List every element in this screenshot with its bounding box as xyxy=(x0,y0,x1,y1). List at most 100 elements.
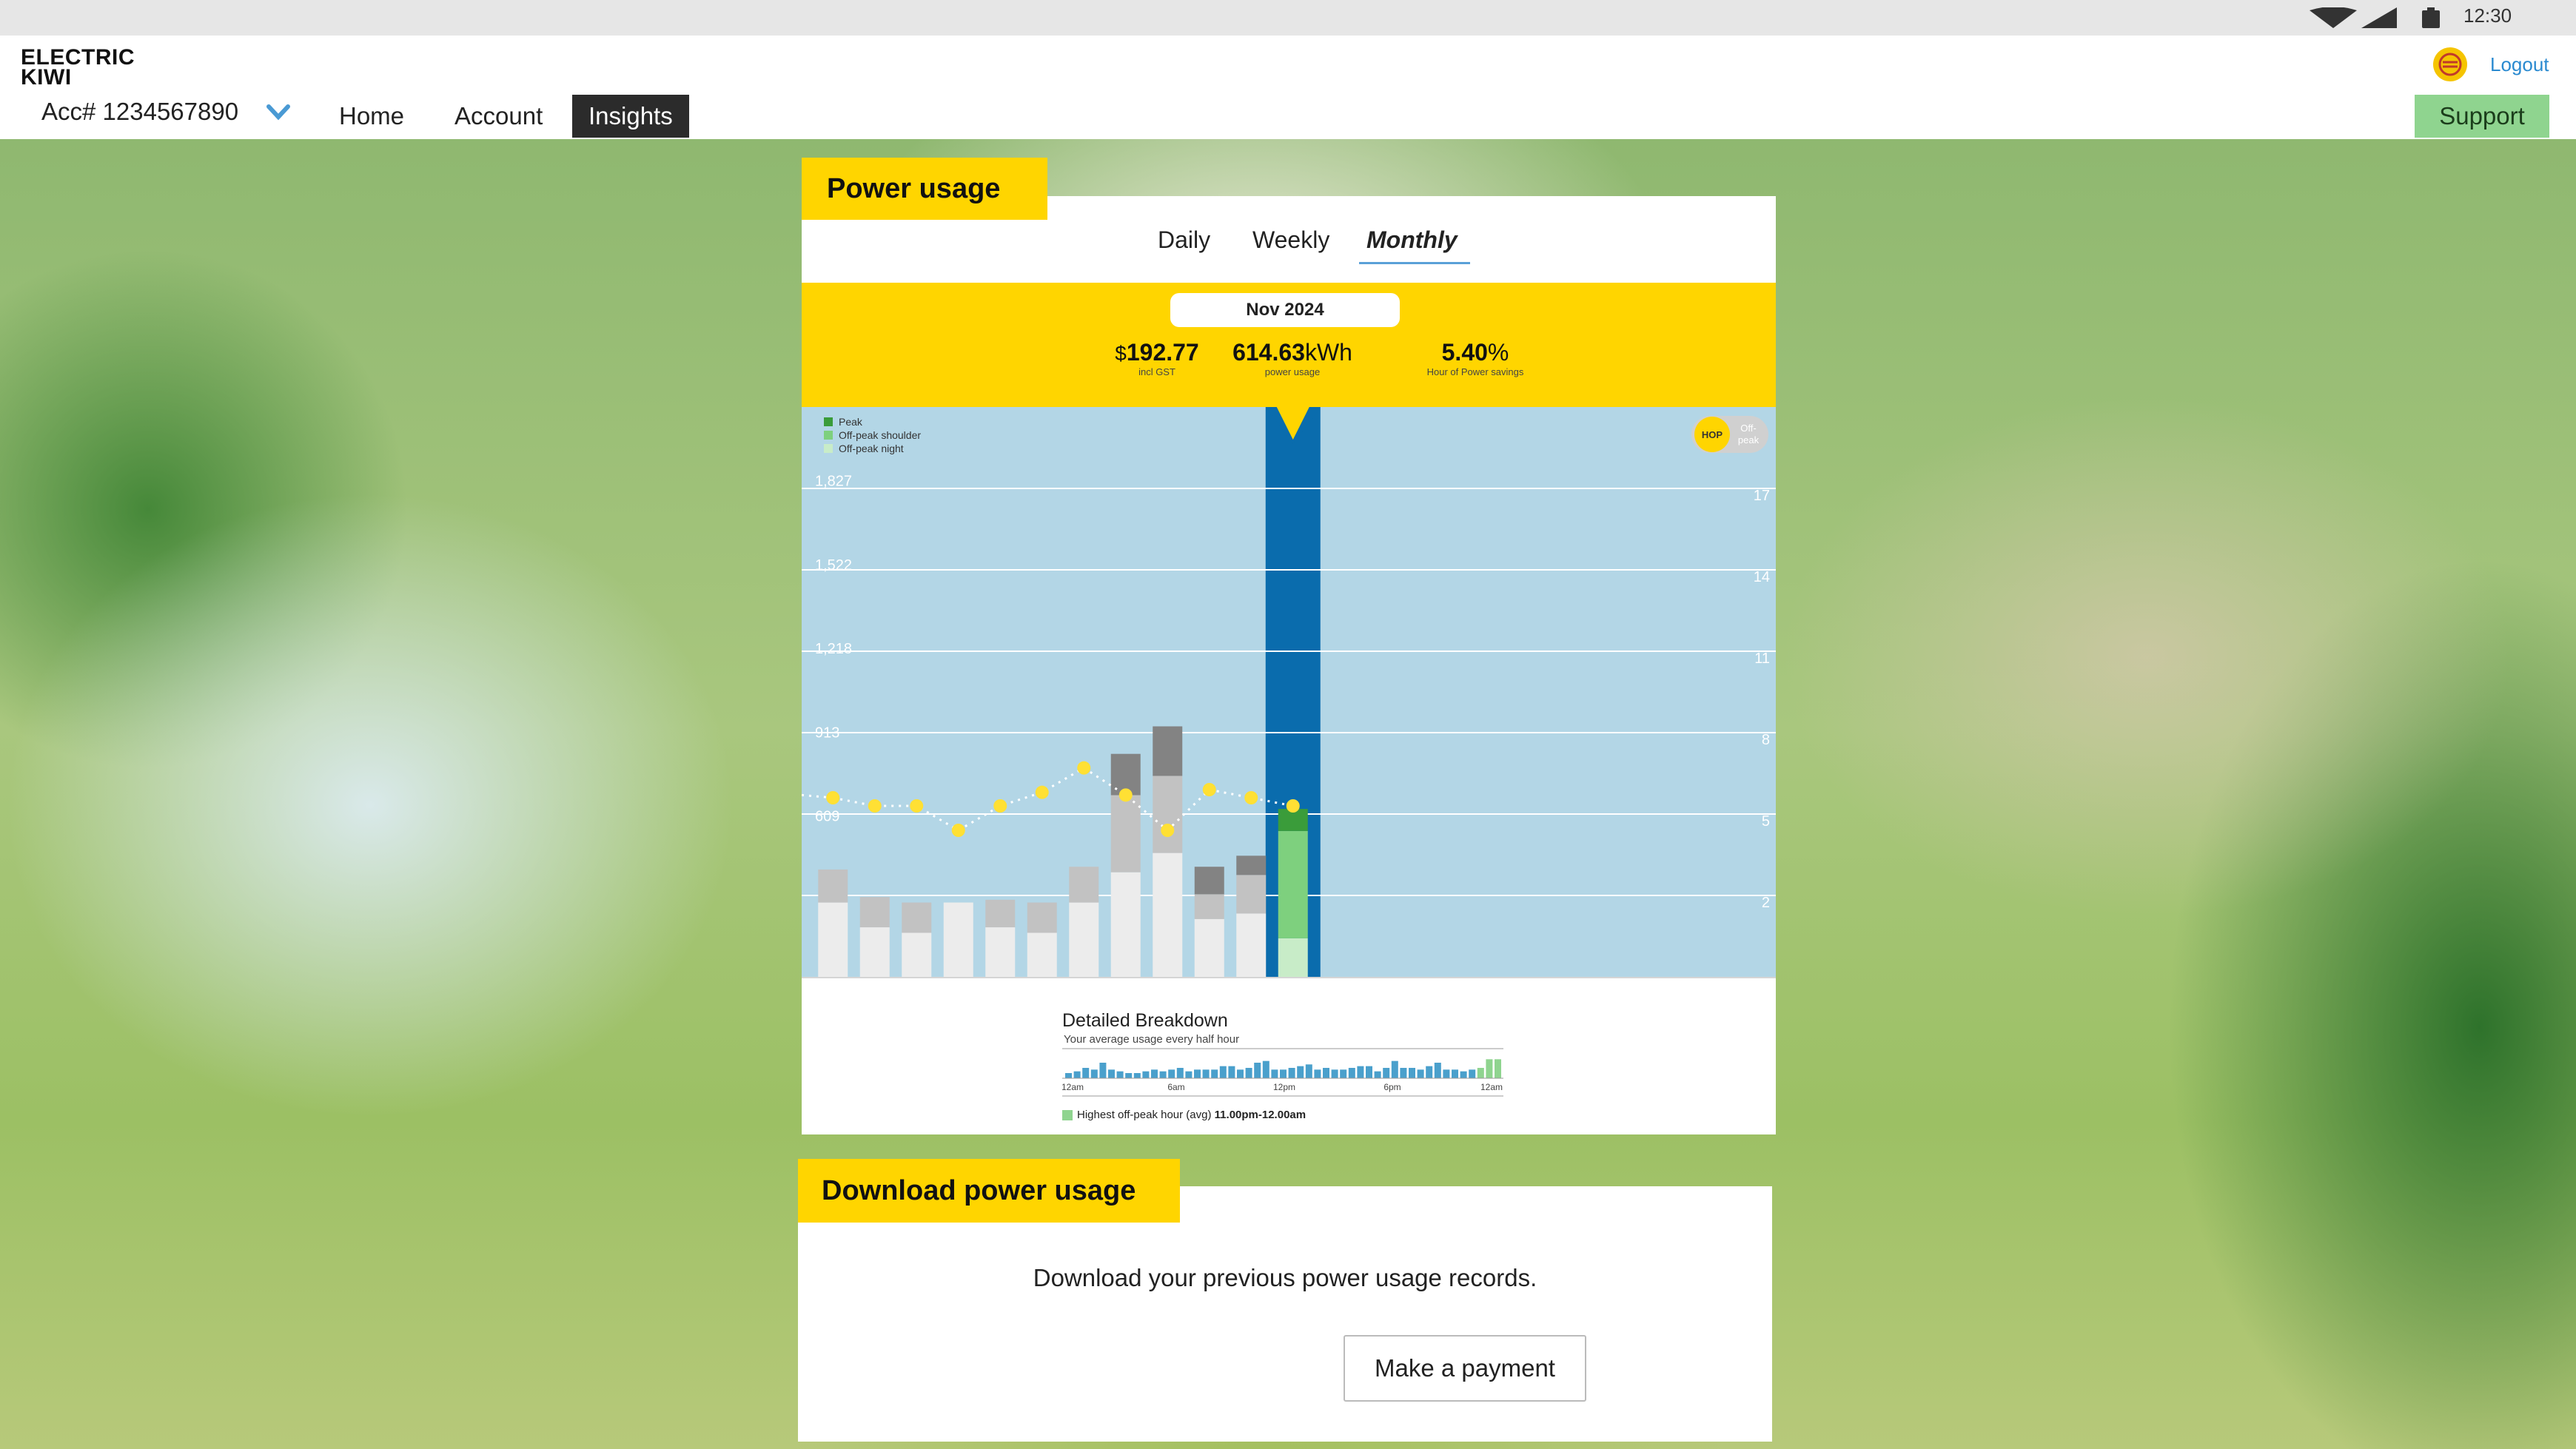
savings-point xyxy=(951,824,965,837)
bar-peak xyxy=(1236,855,1267,875)
usage-summary: Nov 2024 $192.77 incl GST 614.63kWh powe… xyxy=(802,283,1776,407)
download-description: Download your previous power usage recor… xyxy=(1033,1264,1537,1291)
savings-point xyxy=(1286,799,1300,813)
breakdown-bar xyxy=(1090,1069,1098,1078)
breakdown-bar xyxy=(1426,1066,1433,1078)
support-button[interactable]: Support xyxy=(2415,95,2549,138)
legend-swatch xyxy=(824,444,833,453)
right-tick-label: 11 xyxy=(1754,650,1770,667)
tab-weekly[interactable]: Weekly xyxy=(1252,226,1329,254)
wifi-icon xyxy=(2310,7,2357,28)
breakdown-bar xyxy=(1125,1073,1133,1078)
legend-label: Off-peak shoulder xyxy=(839,429,921,441)
breakdown-bar xyxy=(1288,1068,1295,1078)
savings-stat: 5.40% Hour of Power savings xyxy=(1409,339,1542,377)
savings-value: 5.40 xyxy=(1441,339,1488,366)
signal-icon xyxy=(2361,7,2397,28)
logo[interactable]: ELECTRIC KIWI xyxy=(21,45,135,89)
breakdown-bar xyxy=(1374,1071,1381,1078)
savings-unit: % xyxy=(1487,339,1509,366)
tab-monthly[interactable]: Monthly xyxy=(1366,226,1458,254)
savings-point xyxy=(1161,824,1175,837)
bar-offpeak-night xyxy=(1236,913,1267,977)
left-tick-label: 609 xyxy=(815,808,839,824)
power-usage-title: Power usage xyxy=(802,158,1047,220)
breakdown-bar xyxy=(1116,1071,1124,1078)
bar-offpeak-night xyxy=(818,902,848,977)
savings-point xyxy=(1077,761,1091,775)
nav-home[interactable]: Home xyxy=(339,95,404,138)
breakdown-tick-label: 12am xyxy=(1480,1082,1503,1092)
bar-offpeak-shoulder xyxy=(985,899,1016,928)
bar-offpeak-night xyxy=(1027,932,1057,977)
download-card xyxy=(798,1186,1772,1442)
breakdown-bar xyxy=(1400,1068,1407,1078)
breakdown-bar xyxy=(1099,1063,1107,1078)
savings-point xyxy=(993,799,1007,813)
bar-offpeak-night xyxy=(943,902,973,977)
highest-offpeak-value: 11.00pm-12.00am xyxy=(1214,1109,1307,1121)
monthly-usage-chart[interactable]: 1714118521,8271,5221,218913609DecJanFebM… xyxy=(802,407,1776,978)
nav-insights[interactable]: Insights xyxy=(572,95,689,138)
chevron-down-icon[interactable] xyxy=(266,101,290,123)
x-axis-line xyxy=(802,977,1776,978)
cost-label: incl GST xyxy=(1138,366,1175,377)
bar-offpeak-shoulder xyxy=(1236,875,1267,914)
breakdown-bar xyxy=(1486,1059,1493,1078)
bar-offpeak-shoulder xyxy=(1153,776,1183,853)
bar-peak xyxy=(1194,867,1224,895)
breakdown-bar xyxy=(1262,1060,1269,1078)
breakdown-bar xyxy=(1331,1069,1338,1078)
tab-daily[interactable]: Daily xyxy=(1158,226,1210,254)
breakdown-subtitle: Your average usage every half hour xyxy=(1064,1033,1240,1046)
bar-offpeak-night xyxy=(859,927,890,977)
breakdown-bar xyxy=(1202,1069,1210,1078)
usage-label: power usage xyxy=(1264,366,1321,377)
breakdown-bar xyxy=(1082,1068,1090,1078)
savings-point xyxy=(910,799,924,813)
highest-offpeak-legend: Highest off-peak hour (avg) 11.00pm-12.0… xyxy=(1062,1109,1306,1121)
savings-point xyxy=(1244,791,1258,804)
bar-offpeak-shoulder xyxy=(859,897,890,928)
savings-point xyxy=(1035,785,1049,799)
period-selector[interactable]: Nov 2024 xyxy=(1170,293,1400,327)
legend-swatch xyxy=(824,431,833,440)
breakdown-bar xyxy=(1108,1069,1115,1078)
breakdown-tick-label: 6am xyxy=(1167,1082,1184,1092)
breakdown-bar xyxy=(1159,1071,1167,1078)
cost-symbol: $ xyxy=(1115,342,1127,365)
nav-account[interactable]: Account xyxy=(455,95,543,138)
logo-line-1: ELECTRIC xyxy=(21,45,135,70)
usage-value: 614.63 xyxy=(1232,339,1305,366)
bar-offpeak-night xyxy=(1110,872,1141,977)
right-tick-label: 2 xyxy=(1762,895,1770,911)
breakdown-bar xyxy=(1348,1068,1355,1078)
cost-stat: $192.77 incl GST xyxy=(1113,339,1201,377)
app-header: ELECTRIC KIWI Acc# 1234567890 Home Accou… xyxy=(0,36,2576,139)
breakdown-bar xyxy=(1391,1060,1398,1078)
breakdown-bar xyxy=(1314,1069,1321,1078)
bar-offpeak-night xyxy=(1069,902,1099,977)
breakdown-bar xyxy=(1280,1069,1287,1078)
breakdown-bar xyxy=(1409,1068,1415,1078)
bar-offpeak-shoulder xyxy=(1110,795,1141,873)
breakdown-bar xyxy=(1219,1066,1227,1078)
breakdown-bar xyxy=(1176,1068,1184,1078)
breakdown-bar xyxy=(1305,1064,1312,1078)
right-tick-label: 17 xyxy=(1754,488,1770,504)
breakdown-bar xyxy=(1452,1069,1458,1078)
logout-link[interactable]: Logout xyxy=(2490,53,2549,76)
breakdown-bar xyxy=(1477,1068,1484,1078)
account-selector[interactable]: Acc# 1234567890 xyxy=(41,98,238,126)
user-avatar-icon[interactable] xyxy=(2433,47,2467,81)
legend-swatch xyxy=(824,417,833,426)
left-tick-label: 1,522 xyxy=(815,557,852,574)
make-payment-button[interactable]: Make a payment xyxy=(1344,1335,1586,1402)
download-title: Download power usage xyxy=(798,1159,1180,1223)
savings-point xyxy=(1202,783,1216,796)
breakdown-title: Detailed Breakdown xyxy=(1062,1010,1228,1031)
breakdown-bar xyxy=(1357,1066,1364,1078)
bar-offpeak-shoulder xyxy=(1278,830,1308,938)
active-tab-underline xyxy=(1359,262,1470,264)
bar-offpeak-shoulder xyxy=(902,902,932,933)
